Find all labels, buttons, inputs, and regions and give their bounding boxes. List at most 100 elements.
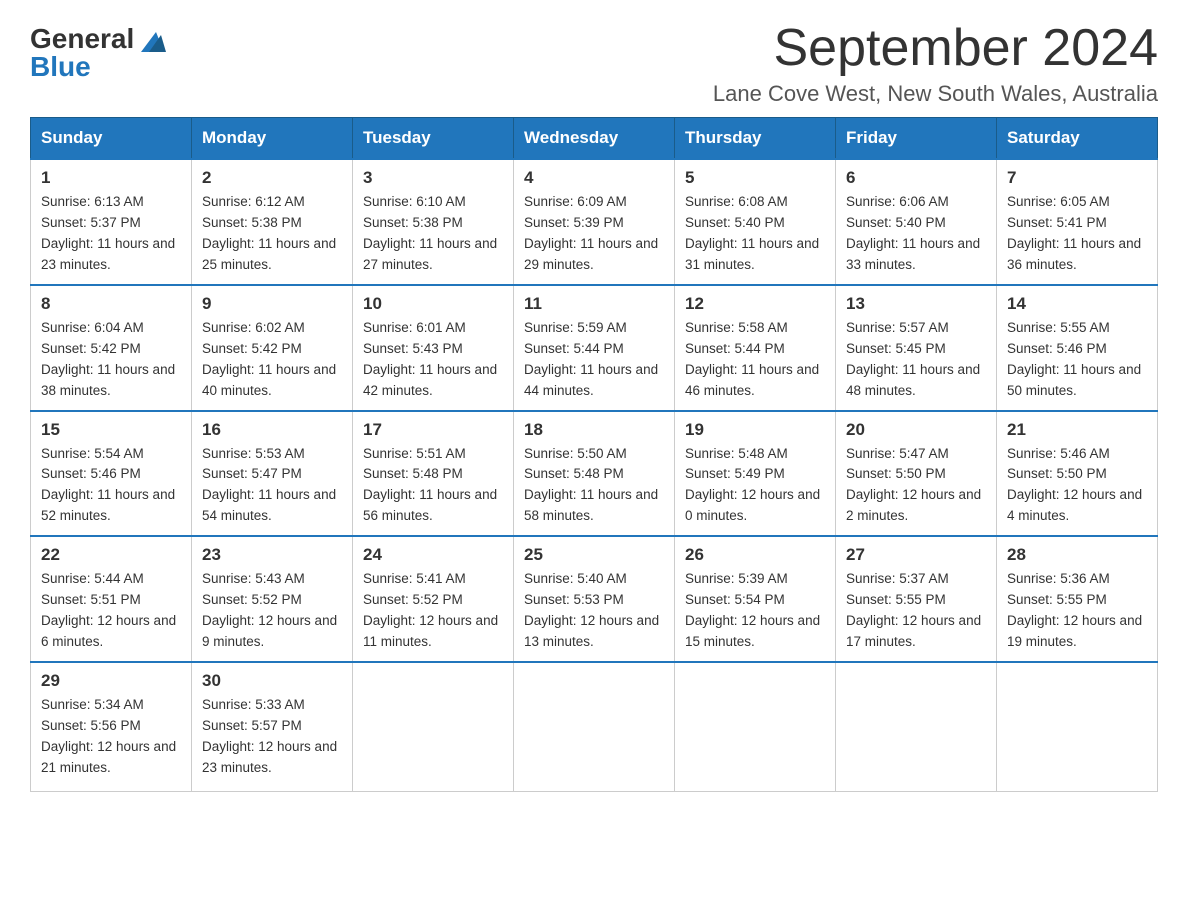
calendar-cell: 9 Sunrise: 6:02 AM Sunset: 5:42 PM Dayli… <box>192 285 353 411</box>
calendar-cell: 5 Sunrise: 6:08 AM Sunset: 5:40 PM Dayli… <box>675 159 836 285</box>
day-number: 30 <box>202 671 342 691</box>
calendar-cell: 23 Sunrise: 5:43 AM Sunset: 5:52 PM Dayl… <box>192 536 353 662</box>
calendar-cell <box>997 662 1158 792</box>
day-number: 9 <box>202 294 342 314</box>
day-number: 20 <box>846 420 986 440</box>
day-info: Sunrise: 5:51 AM Sunset: 5:48 PM Dayligh… <box>363 444 503 528</box>
day-number: 25 <box>524 545 664 565</box>
day-info: Sunrise: 6:06 AM Sunset: 5:40 PM Dayligh… <box>846 192 986 276</box>
main-title: September 2024 <box>713 20 1158 77</box>
weekday-header-friday: Friday <box>836 118 997 160</box>
day-info: Sunrise: 6:05 AM Sunset: 5:41 PM Dayligh… <box>1007 192 1147 276</box>
calendar-cell: 17 Sunrise: 5:51 AM Sunset: 5:48 PM Dayl… <box>353 411 514 537</box>
day-info: Sunrise: 5:46 AM Sunset: 5:50 PM Dayligh… <box>1007 444 1147 528</box>
day-number: 27 <box>846 545 986 565</box>
day-number: 10 <box>363 294 503 314</box>
subtitle: Lane Cove West, New South Wales, Austral… <box>713 81 1158 107</box>
calendar-week-row: 29 Sunrise: 5:34 AM Sunset: 5:56 PM Dayl… <box>31 662 1158 792</box>
calendar-cell: 25 Sunrise: 5:40 AM Sunset: 5:53 PM Dayl… <box>514 536 675 662</box>
day-number: 7 <box>1007 168 1147 188</box>
calendar-cell: 8 Sunrise: 6:04 AM Sunset: 5:42 PM Dayli… <box>31 285 192 411</box>
day-number: 21 <box>1007 420 1147 440</box>
day-info: Sunrise: 6:10 AM Sunset: 5:38 PM Dayligh… <box>363 192 503 276</box>
day-number: 8 <box>41 294 181 314</box>
day-info: Sunrise: 6:02 AM Sunset: 5:42 PM Dayligh… <box>202 318 342 402</box>
calendar-cell: 1 Sunrise: 6:13 AM Sunset: 5:37 PM Dayli… <box>31 159 192 285</box>
calendar-cell: 28 Sunrise: 5:36 AM Sunset: 5:55 PM Dayl… <box>997 536 1158 662</box>
calendar-cell: 7 Sunrise: 6:05 AM Sunset: 5:41 PM Dayli… <box>997 159 1158 285</box>
calendar-cell: 29 Sunrise: 5:34 AM Sunset: 5:56 PM Dayl… <box>31 662 192 792</box>
day-number: 2 <box>202 168 342 188</box>
title-area: September 2024 Lane Cove West, New South… <box>713 20 1158 107</box>
day-number: 12 <box>685 294 825 314</box>
calendar-cell: 22 Sunrise: 5:44 AM Sunset: 5:51 PM Dayl… <box>31 536 192 662</box>
weekday-header-row: SundayMondayTuesdayWednesdayThursdayFrid… <box>31 118 1158 160</box>
day-number: 1 <box>41 168 181 188</box>
day-info: Sunrise: 5:34 AM Sunset: 5:56 PM Dayligh… <box>41 695 181 779</box>
day-number: 28 <box>1007 545 1147 565</box>
calendar-week-row: 1 Sunrise: 6:13 AM Sunset: 5:37 PM Dayli… <box>31 159 1158 285</box>
calendar-cell: 4 Sunrise: 6:09 AM Sunset: 5:39 PM Dayli… <box>514 159 675 285</box>
day-number: 22 <box>41 545 181 565</box>
weekday-header-saturday: Saturday <box>997 118 1158 160</box>
calendar-cell: 11 Sunrise: 5:59 AM Sunset: 5:44 PM Dayl… <box>514 285 675 411</box>
day-number: 11 <box>524 294 664 314</box>
day-info: Sunrise: 6:13 AM Sunset: 5:37 PM Dayligh… <box>41 192 181 276</box>
calendar-cell <box>353 662 514 792</box>
day-info: Sunrise: 6:09 AM Sunset: 5:39 PM Dayligh… <box>524 192 664 276</box>
calendar-cell <box>675 662 836 792</box>
day-number: 18 <box>524 420 664 440</box>
calendar-cell: 15 Sunrise: 5:54 AM Sunset: 5:46 PM Dayl… <box>31 411 192 537</box>
calendar-week-row: 15 Sunrise: 5:54 AM Sunset: 5:46 PM Dayl… <box>31 411 1158 537</box>
weekday-header-monday: Monday <box>192 118 353 160</box>
calendar-cell: 10 Sunrise: 6:01 AM Sunset: 5:43 PM Dayl… <box>353 285 514 411</box>
day-number: 4 <box>524 168 664 188</box>
day-number: 5 <box>685 168 825 188</box>
calendar-cell <box>514 662 675 792</box>
day-info: Sunrise: 6:12 AM Sunset: 5:38 PM Dayligh… <box>202 192 342 276</box>
logo: General Blue <box>30 20 166 81</box>
calendar-cell: 3 Sunrise: 6:10 AM Sunset: 5:38 PM Dayli… <box>353 159 514 285</box>
weekday-header-thursday: Thursday <box>675 118 836 160</box>
day-number: 19 <box>685 420 825 440</box>
calendar-cell: 21 Sunrise: 5:46 AM Sunset: 5:50 PM Dayl… <box>997 411 1158 537</box>
day-info: Sunrise: 5:36 AM Sunset: 5:55 PM Dayligh… <box>1007 569 1147 653</box>
day-number: 16 <box>202 420 342 440</box>
weekday-header-tuesday: Tuesday <box>353 118 514 160</box>
day-info: Sunrise: 5:37 AM Sunset: 5:55 PM Dayligh… <box>846 569 986 653</box>
calendar-cell: 18 Sunrise: 5:50 AM Sunset: 5:48 PM Dayl… <box>514 411 675 537</box>
header: General Blue September 2024 Lane Cove We… <box>30 20 1158 107</box>
calendar-cell: 12 Sunrise: 5:58 AM Sunset: 5:44 PM Dayl… <box>675 285 836 411</box>
day-info: Sunrise: 6:01 AM Sunset: 5:43 PM Dayligh… <box>363 318 503 402</box>
calendar-week-row: 8 Sunrise: 6:04 AM Sunset: 5:42 PM Dayli… <box>31 285 1158 411</box>
day-number: 24 <box>363 545 503 565</box>
day-info: Sunrise: 5:54 AM Sunset: 5:46 PM Dayligh… <box>41 444 181 528</box>
day-info: Sunrise: 5:53 AM Sunset: 5:47 PM Dayligh… <box>202 444 342 528</box>
calendar-cell: 6 Sunrise: 6:06 AM Sunset: 5:40 PM Dayli… <box>836 159 997 285</box>
day-number: 17 <box>363 420 503 440</box>
day-number: 6 <box>846 168 986 188</box>
calendar-cell: 24 Sunrise: 5:41 AM Sunset: 5:52 PM Dayl… <box>353 536 514 662</box>
day-info: Sunrise: 5:44 AM Sunset: 5:51 PM Dayligh… <box>41 569 181 653</box>
day-info: Sunrise: 5:59 AM Sunset: 5:44 PM Dayligh… <box>524 318 664 402</box>
day-number: 13 <box>846 294 986 314</box>
day-number: 26 <box>685 545 825 565</box>
logo-blue-text: Blue <box>30 53 91 81</box>
day-info: Sunrise: 5:48 AM Sunset: 5:49 PM Dayligh… <box>685 444 825 528</box>
day-info: Sunrise: 5:39 AM Sunset: 5:54 PM Dayligh… <box>685 569 825 653</box>
weekday-header-sunday: Sunday <box>31 118 192 160</box>
day-info: Sunrise: 5:55 AM Sunset: 5:46 PM Dayligh… <box>1007 318 1147 402</box>
calendar-week-row: 22 Sunrise: 5:44 AM Sunset: 5:51 PM Dayl… <box>31 536 1158 662</box>
day-number: 14 <box>1007 294 1147 314</box>
day-number: 3 <box>363 168 503 188</box>
calendar-cell: 16 Sunrise: 5:53 AM Sunset: 5:47 PM Dayl… <box>192 411 353 537</box>
day-info: Sunrise: 5:58 AM Sunset: 5:44 PM Dayligh… <box>685 318 825 402</box>
calendar-cell <box>836 662 997 792</box>
calendar-cell: 26 Sunrise: 5:39 AM Sunset: 5:54 PM Dayl… <box>675 536 836 662</box>
day-info: Sunrise: 6:04 AM Sunset: 5:42 PM Dayligh… <box>41 318 181 402</box>
calendar-cell: 13 Sunrise: 5:57 AM Sunset: 5:45 PM Dayl… <box>836 285 997 411</box>
day-info: Sunrise: 5:41 AM Sunset: 5:52 PM Dayligh… <box>363 569 503 653</box>
calendar-cell: 20 Sunrise: 5:47 AM Sunset: 5:50 PM Dayl… <box>836 411 997 537</box>
day-info: Sunrise: 5:50 AM Sunset: 5:48 PM Dayligh… <box>524 444 664 528</box>
day-info: Sunrise: 5:43 AM Sunset: 5:52 PM Dayligh… <box>202 569 342 653</box>
